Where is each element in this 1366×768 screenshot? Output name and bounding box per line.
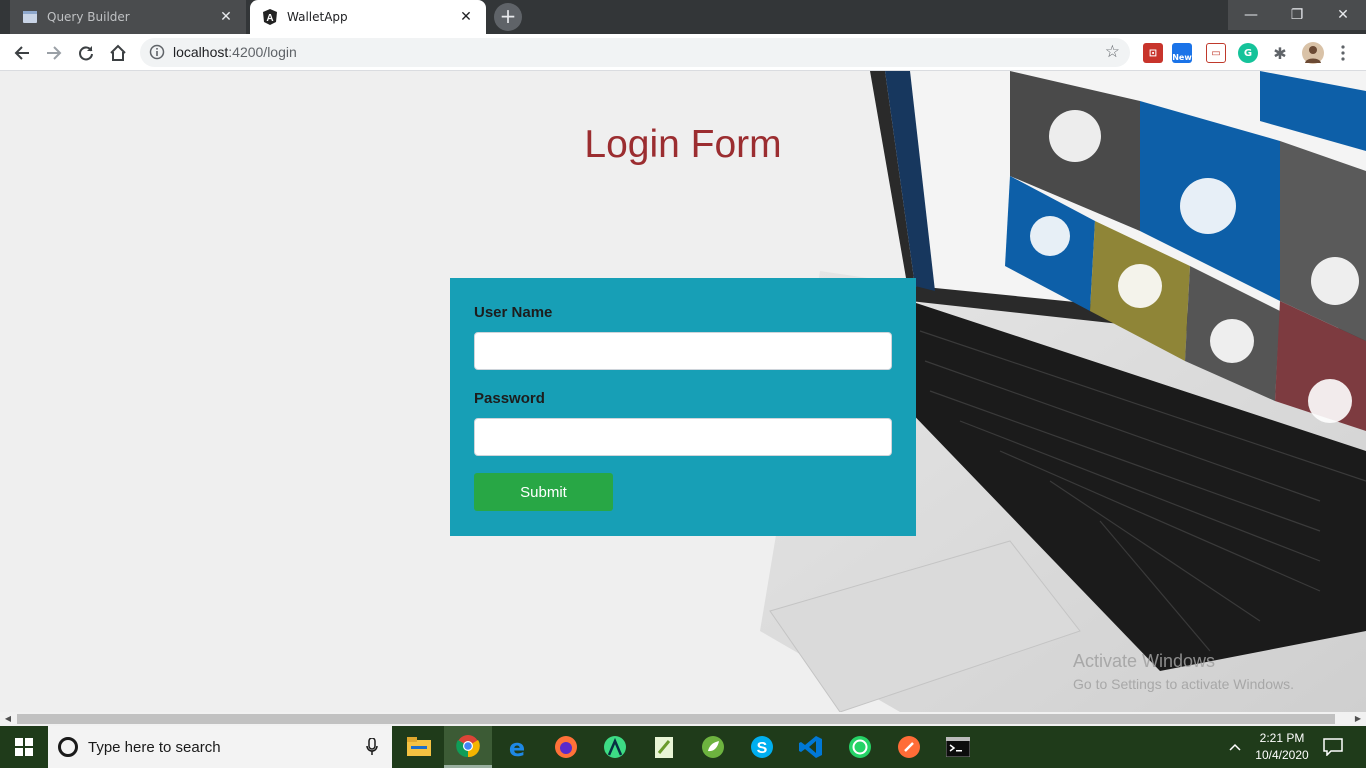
svg-text:e: e bbox=[509, 735, 525, 759]
chrome-logo-icon bbox=[456, 734, 480, 757]
vscode-icon[interactable] bbox=[787, 726, 835, 768]
submit-button[interactable]: Submit bbox=[474, 473, 613, 511]
watermark-subtitle: Go to Settings to activate Windows. bbox=[1073, 676, 1294, 692]
tab-title: Query Builder bbox=[47, 10, 130, 24]
screenshot-extension-icon[interactable]: ▭ bbox=[1206, 43, 1226, 63]
action-center-button[interactable] bbox=[1323, 726, 1343, 768]
file-explorer-icon[interactable] bbox=[395, 726, 443, 768]
url-host: localhost bbox=[173, 44, 229, 60]
android-studio-icon[interactable] bbox=[591, 726, 639, 768]
notification-icon bbox=[1323, 738, 1343, 756]
watermark-title: Activate Windows bbox=[1073, 651, 1216, 671]
android-studio-logo-icon bbox=[604, 736, 626, 758]
home-icon bbox=[110, 44, 126, 61]
arrow-left-icon bbox=[14, 46, 29, 60]
notepad-plus-icon bbox=[655, 737, 673, 758]
home-button[interactable] bbox=[104, 39, 132, 67]
reload-icon bbox=[79, 46, 93, 61]
bookmark-star-icon[interactable]: ☆ bbox=[1105, 42, 1120, 62]
profile-avatar[interactable] bbox=[1302, 42, 1324, 64]
start-button[interactable] bbox=[0, 726, 48, 768]
pdf-extension-icon[interactable]: ⊡ bbox=[1143, 43, 1163, 63]
windows-taskbar: Type here to search e S 2:21 PM 10/4/202… bbox=[0, 726, 1366, 768]
url-text: localhost:4200/login bbox=[173, 44, 297, 60]
clock-time: 2:21 PM bbox=[1259, 731, 1305, 745]
svg-text:S: S bbox=[757, 740, 768, 757]
activate-windows-watermark: Activate Windows Go to Settings to activ… bbox=[1073, 651, 1294, 692]
cortana-circle-icon bbox=[58, 737, 78, 757]
grammarly-icon[interactable]: G bbox=[1238, 43, 1258, 63]
close-window-button[interactable]: ✕ bbox=[1320, 0, 1366, 30]
spring-tools-icon[interactable] bbox=[689, 726, 737, 768]
username-label: User Name bbox=[474, 304, 553, 321]
forward-button[interactable] bbox=[40, 39, 68, 67]
page-content: Login Form User Name Password Submit Act… bbox=[0, 71, 1366, 712]
svg-text:A: A bbox=[266, 13, 273, 24]
edge-icon[interactable]: e bbox=[493, 726, 541, 768]
show-hidden-icons-button[interactable] bbox=[1228, 726, 1242, 768]
scrollbar-thumb[interactable] bbox=[17, 714, 1335, 724]
tab-walletapp[interactable]: A WalletApp ✕ bbox=[250, 0, 486, 34]
angular-favicon: A bbox=[263, 9, 277, 25]
password-label: Password bbox=[474, 390, 545, 407]
chrome-icon[interactable] bbox=[444, 726, 492, 768]
command-prompt-icon bbox=[946, 737, 970, 757]
query-builder-favicon bbox=[23, 11, 37, 23]
tab-title: WalletApp bbox=[287, 10, 348, 24]
info-icon bbox=[149, 44, 165, 60]
close-icon[interactable]: ✕ bbox=[458, 9, 474, 25]
maximize-button[interactable]: ❐ bbox=[1274, 0, 1320, 30]
url-path: :4200/login bbox=[228, 44, 297, 60]
scroll-left-arrow-icon[interactable]: ◀ bbox=[2, 714, 14, 724]
page-title: Login Form bbox=[584, 123, 782, 166]
search-placeholder: Type here to search bbox=[88, 738, 221, 756]
close-icon[interactable]: ✕ bbox=[218, 9, 234, 25]
address-bar[interactable]: localhost:4200/login ☆ bbox=[140, 38, 1130, 67]
firefox-logo-icon bbox=[555, 736, 577, 758]
minimize-button[interactable]: — bbox=[1228, 0, 1274, 30]
browser-tab-strip: Query Builder ✕ A WalletApp ✕ + — ❐ ✕ bbox=[0, 0, 1366, 34]
login-form: User Name Password Submit bbox=[450, 278, 916, 536]
horizontal-scrollbar[interactable]: ◀ ▶ bbox=[0, 712, 1366, 726]
puzzle-extensions-icon[interactable]: ✱ bbox=[1270, 43, 1290, 63]
grammarly-letter: G bbox=[1243, 47, 1253, 59]
folder-icon bbox=[407, 737, 431, 756]
kebab-menu-icon[interactable] bbox=[1340, 45, 1346, 61]
skype-logo-icon: S bbox=[751, 736, 773, 758]
scroll-right-arrow-icon[interactable]: ▶ bbox=[1352, 714, 1364, 724]
postman-icon[interactable] bbox=[885, 726, 933, 768]
chevron-up-icon bbox=[1229, 743, 1241, 751]
arrow-right-icon bbox=[47, 46, 62, 60]
edge-logo-icon: e bbox=[509, 735, 525, 759]
back-button[interactable] bbox=[8, 39, 36, 67]
windows-logo-icon bbox=[15, 738, 33, 756]
taskbar-search-box[interactable]: Type here to search bbox=[48, 726, 392, 768]
postman-logo-icon bbox=[898, 736, 920, 758]
whatsapp-logo-icon bbox=[849, 736, 871, 758]
password-input[interactable] bbox=[474, 418, 892, 456]
vscode-logo-icon bbox=[799, 736, 822, 758]
clock-date: 10/4/2020 bbox=[1255, 748, 1309, 762]
terminal-icon[interactable] bbox=[934, 726, 982, 768]
taskbar-clock[interactable]: 2:21 PM 10/4/2020 bbox=[1250, 730, 1314, 764]
skype-icon[interactable]: S bbox=[738, 726, 786, 768]
new-tab-button[interactable]: + bbox=[494, 3, 522, 31]
username-input[interactable] bbox=[474, 332, 892, 370]
firefox-icon[interactable] bbox=[542, 726, 590, 768]
microphone-icon[interactable] bbox=[366, 738, 378, 756]
tab-query-builder[interactable]: Query Builder ✕ bbox=[10, 0, 246, 34]
new-badge: New bbox=[1172, 53, 1192, 62]
new-extension-icon[interactable]: New bbox=[1172, 43, 1192, 63]
browser-toolbar: localhost:4200/login ☆ ⊡ New ▭ G ✱ bbox=[0, 34, 1366, 71]
profile-avatar-icon bbox=[1305, 46, 1321, 63]
reload-button[interactable] bbox=[72, 39, 100, 67]
whatsapp-icon[interactable] bbox=[836, 726, 884, 768]
notepad-icon[interactable] bbox=[640, 726, 688, 768]
spring-leaf-icon bbox=[702, 736, 724, 758]
